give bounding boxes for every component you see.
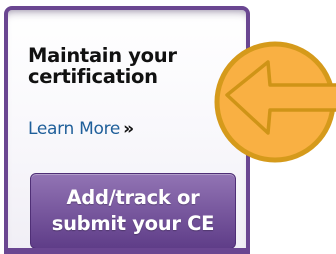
left-arrow-icon (214, 41, 336, 163)
certification-widget: Maintain your certification Learn More» … (0, 0, 336, 254)
card-title: Maintain your certification (28, 44, 177, 88)
learn-more-label: Learn More (28, 119, 121, 139)
card-bottom-border (4, 248, 250, 254)
add-track-ce-button[interactable]: Add/track or submit your CE (30, 173, 236, 249)
left-arrow-badge[interactable] (213, 40, 336, 170)
cta-line-1: Add/track or (66, 186, 200, 209)
double-chevron-icon: » (123, 119, 135, 139)
cta-line-2: submit your CE (51, 212, 215, 235)
learn-more-link[interactable]: Learn More» (28, 118, 134, 140)
